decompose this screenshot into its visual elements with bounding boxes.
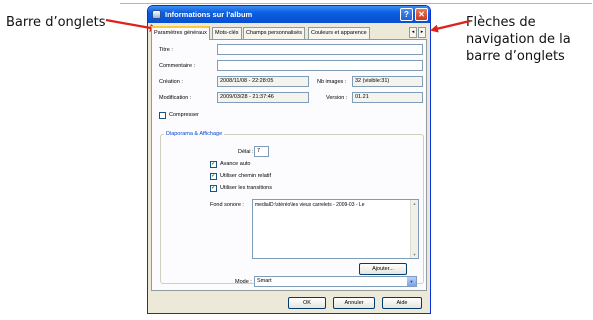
- check-icon: ✓: [211, 161, 217, 167]
- sound-scrollbar[interactable]: ▲ ▼: [410, 200, 418, 258]
- close-button[interactable]: ✕: [415, 8, 428, 21]
- version-value: 01.21: [352, 92, 423, 103]
- title-label: Titre :: [159, 47, 173, 53]
- title-field[interactable]: [217, 44, 423, 55]
- arrow-to-tab-scroll: [430, 19, 471, 33]
- nb-images-label: Nb images :: [317, 79, 347, 85]
- tab-scroll-right-icon[interactable]: ▸: [418, 27, 426, 38]
- modification-label: Modification :: [159, 95, 192, 101]
- top-divider-line: [120, 3, 592, 4]
- slideshow-group-title: Diaporama & Affichage: [164, 130, 225, 138]
- relative-path-checkbox[interactable]: ✓: [210, 173, 217, 180]
- delay-field[interactable]: 7: [254, 146, 269, 157]
- comment-label: Commentaire :: [159, 63, 196, 69]
- app-icon: [152, 10, 161, 19]
- modification-value: 2009/03/28 - 21:37:46: [217, 92, 309, 103]
- mode-select[interactable]: Smart ▼: [254, 276, 417, 287]
- compress-label: Compresser: [169, 112, 199, 118]
- mode-label: Mode :: [235, 279, 252, 285]
- chevron-down-icon[interactable]: ▼: [407, 277, 416, 286]
- comment-field[interactable]: [217, 60, 423, 71]
- relative-path-label: Utiliser chemin relatif: [220, 173, 272, 179]
- check-icon: ✓: [211, 185, 217, 191]
- help-button[interactable]: Aide: [382, 297, 422, 309]
- scroll-up-icon[interactable]: ▲: [411, 200, 418, 207]
- tab-panel: Titre : Commentaire : Création : 2008/11…: [151, 39, 427, 291]
- scroll-down-icon[interactable]: ▼: [411, 251, 418, 258]
- version-label: Version :: [326, 95, 348, 101]
- annotation-tab-arrows: Flèches de navigation de la barre d’ongl…: [466, 15, 571, 64]
- tab-scroll-left-icon[interactable]: ◂: [409, 27, 417, 38]
- compress-checkbox[interactable]: [159, 112, 166, 119]
- window-title: Informations sur l'album: [165, 10, 253, 19]
- transitions-checkbox[interactable]: ✓: [210, 185, 217, 192]
- mode-value: Smart: [257, 278, 272, 284]
- auto-advance-label: Avance auto: [220, 161, 251, 167]
- tab-custom-fields[interactable]: Champs personnalisés: [243, 27, 305, 39]
- tab-bar: Paramètres généraux Mots-clés Champs per…: [151, 26, 427, 40]
- tab-general-settings[interactable]: Paramètres généraux: [151, 26, 210, 40]
- auto-advance-checkbox[interactable]: ✓: [210, 161, 217, 168]
- creation-label: Création :: [159, 79, 183, 85]
- delay-label: Délai :: [238, 149, 254, 155]
- add-button[interactable]: Ajouter...: [359, 263, 407, 275]
- tab-keywords[interactable]: Mots-clés: [212, 27, 242, 39]
- check-icon: ✓: [211, 173, 217, 179]
- sound-textarea[interactable]: mediaID:\stéréo\les vieux carrelets - 20…: [252, 199, 419, 259]
- ok-button[interactable]: OK: [288, 297, 326, 309]
- cancel-button[interactable]: Annuler: [333, 297, 375, 309]
- album-info-dialog: Informations sur l'album ? ✕ Paramètres …: [147, 5, 431, 314]
- help-title-button[interactable]: ?: [400, 8, 413, 21]
- transitions-label: Utiliser les transitions: [220, 185, 272, 191]
- annotation-tab-bar: Barre d’onglets: [6, 15, 106, 30]
- tab-colors-appearance[interactable]: Couleurs et apparence: [308, 27, 370, 39]
- sound-label: Fond sonore :: [210, 202, 244, 208]
- sound-path-text: mediaID:\stéréo\les vieux carrelets - 20…: [255, 202, 365, 208]
- creation-value: 2008/11/08 - 22:28:05: [217, 76, 309, 87]
- nb-images-value: 32 (visible:31): [352, 76, 423, 87]
- title-bar: Informations sur l'album ? ✕: [148, 6, 430, 23]
